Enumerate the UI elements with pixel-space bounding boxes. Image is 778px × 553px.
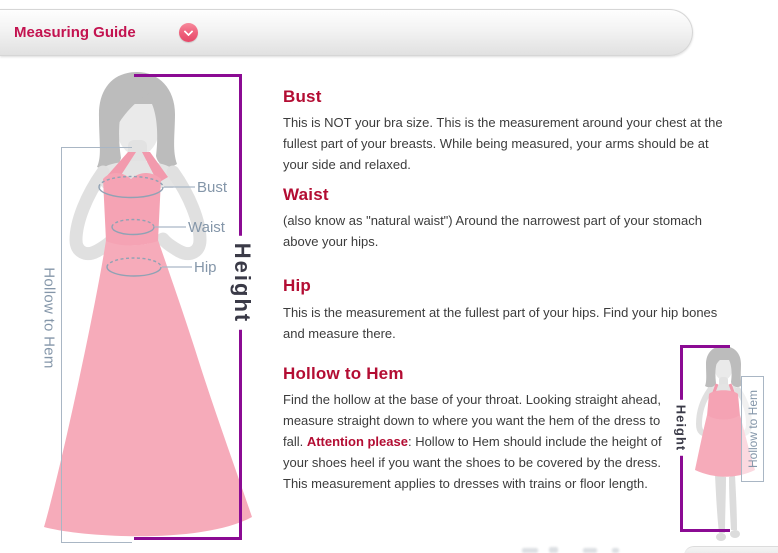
collapse-toggle-button[interactable] (179, 23, 198, 42)
chevron-down-icon (184, 26, 194, 36)
attention-please-label: Attention please (307, 434, 408, 449)
page-title: Measuring Guide (14, 10, 136, 55)
small-figure-right-foot (730, 530, 740, 538)
bust-callout-label: Bust (197, 179, 227, 196)
waist-callout-label: Waist (188, 219, 225, 236)
measuring-guide-header[interactable]: Measuring Guide (0, 9, 693, 56)
small-figure-right-leg (729, 475, 737, 530)
cutoff-artifact (549, 547, 558, 553)
hollow-to-hem-label: Hollow to Hem (41, 267, 58, 368)
small-figure-left-foot (716, 533, 726, 541)
small-height-label: Height (674, 400, 689, 456)
hollow-to-hem-section-text: Find the hollow at the base of your thro… (283, 389, 671, 494)
cutoff-artifact (583, 548, 597, 553)
small-hollow-to-hem-label: Hollow to Hem (746, 390, 760, 468)
hip-callout-label: Hip (194, 259, 217, 276)
height-label: Height (229, 236, 255, 330)
hollow-to-hem-bracket (61, 147, 132, 543)
hip-section-heading: Hip (283, 276, 311, 296)
cutoff-artifact (612, 548, 619, 553)
waist-section-heading: Waist (283, 185, 329, 205)
waist-section-text: (also know as "natural waist") Around th… (283, 210, 735, 252)
bust-section-heading: Bust (283, 87, 322, 107)
measuring-guide-page: Measuring Guide Height (0, 0, 778, 553)
bust-section-text: This is NOT your bra size. This is the m… (283, 112, 735, 175)
hollow-to-hem-section-heading: Hollow to Hem (283, 364, 404, 384)
cutoff-artifact (522, 548, 538, 553)
height-bracket (134, 74, 242, 540)
